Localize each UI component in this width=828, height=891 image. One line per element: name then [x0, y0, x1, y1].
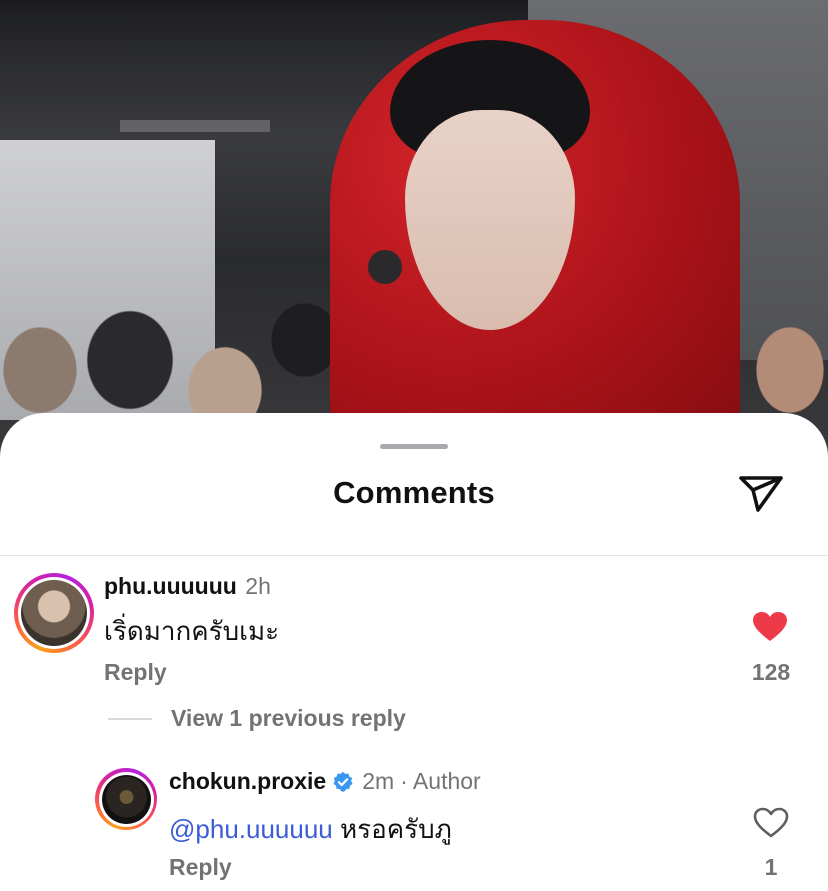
comment-text: เริ่ดมากครับเมะ	[104, 616, 280, 646]
verified-badge-icon	[333, 771, 353, 792]
like-count: 128	[751, 659, 791, 685]
reply-time: 2m	[362, 768, 395, 794]
avatar-image	[101, 774, 151, 824]
reply-button[interactable]: Reply	[104, 659, 167, 686]
avatar-image	[21, 580, 87, 646]
heart-outline-icon	[753, 807, 789, 838]
comment-avatar[interactable]	[14, 573, 94, 653]
reply-like-count: 1	[764, 854, 778, 880]
header-divider	[0, 555, 828, 556]
photo-headset-mic	[368, 250, 402, 284]
post-background-photo	[0, 0, 828, 470]
comment-time: 2h	[245, 573, 271, 599]
reply-avatar[interactable]	[95, 768, 157, 830]
reply-username[interactable]: chokun.proxie	[169, 768, 326, 795]
sheet-grabber[interactable]	[380, 444, 448, 449]
reply-like-button[interactable]	[753, 807, 793, 841]
comment-username[interactable]: phu.uuuuuu	[104, 573, 237, 599]
comments-sheet: Comments phu.uuuuuu 2h เริ่ดมากครับเมะ R…	[0, 413, 828, 891]
heart-filled-icon	[753, 612, 787, 641]
author-tag: · Author	[400, 768, 481, 794]
share-button[interactable]	[736, 471, 786, 517]
sheet-title: Comments	[333, 475, 495, 510]
paper-plane-icon	[739, 476, 783, 512]
like-button[interactable]	[752, 611, 792, 645]
reply-text: หรอครับภู	[340, 814, 452, 844]
view-replies-line	[108, 718, 152, 720]
photo-light	[120, 120, 270, 132]
reply-mention[interactable]: @phu.uuuuuu	[169, 814, 333, 844]
reply-text-row: @phu.uuuuuu หรอครับภู	[169, 809, 452, 850]
reply-button[interactable]: Reply	[169, 854, 232, 881]
view-previous-replies[interactable]: View 1 previous reply	[171, 705, 406, 732]
